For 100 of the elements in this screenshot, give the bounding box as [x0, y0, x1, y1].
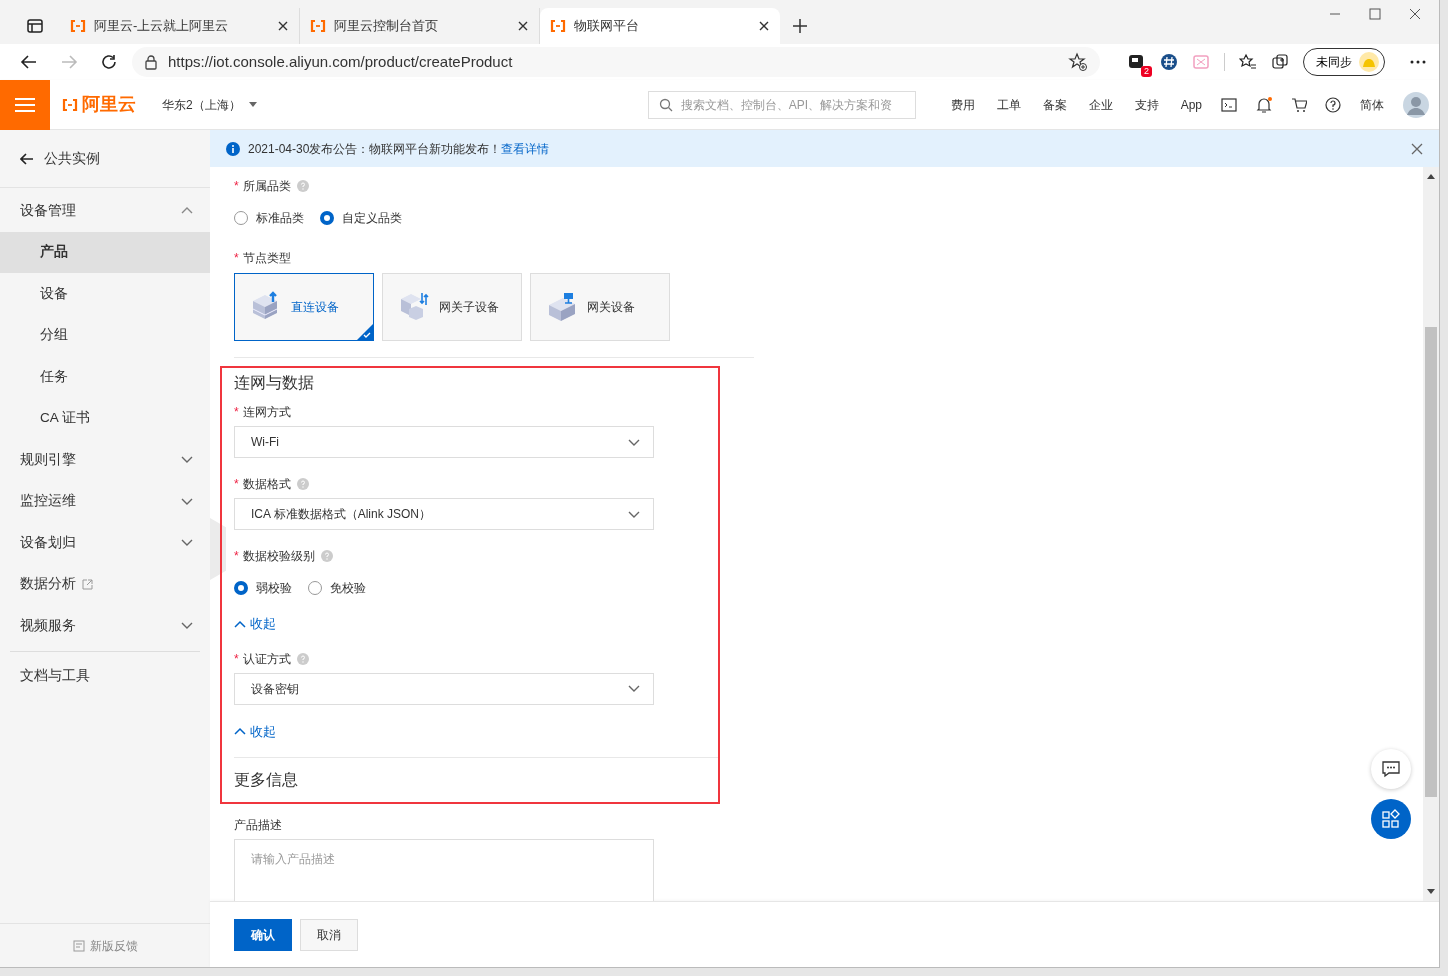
browser-tab[interactable]: 物联网平台	[540, 8, 780, 44]
check-corner-icon	[357, 324, 373, 340]
select-field[interactable]: ICA 标准数据格式（Alink JSON）	[234, 498, 654, 531]
chevron-up-icon	[234, 726, 246, 737]
node-type-option[interactable]: 网关子设备	[382, 273, 522, 341]
radio-option[interactable]: 标准品类	[234, 209, 304, 227]
header-link[interactable]: App	[1169, 95, 1213, 114]
radio-button[interactable]	[234, 211, 248, 225]
info-icon	[226, 141, 240, 156]
tab-title: 阿里云控制台首页	[334, 17, 439, 36]
radio-button[interactable]	[234, 581, 248, 596]
hash-icon[interactable]	[1160, 53, 1178, 71]
extension-icon[interactable]	[1128, 53, 1146, 71]
radio-button[interactable]	[320, 211, 334, 225]
cart-icon[interactable]	[1291, 96, 1307, 113]
sidebar-item[interactable]: 任务	[0, 356, 210, 398]
notice-text: 2021-04-30发布公告：物联网平台新功能发布！查看详情	[248, 140, 550, 158]
sidebar-item[interactable]: 文档与工具	[0, 655, 210, 697]
collections-icon[interactable]	[1271, 53, 1289, 71]
confirm-button[interactable]: 确认	[234, 918, 292, 951]
sidebar-group[interactable]: 监控运维	[0, 480, 210, 522]
required-mark: *	[234, 650, 239, 668]
field-label: 连网方式	[242, 404, 291, 422]
field-label: 认证方式	[242, 650, 291, 668]
node-type-option[interactable]: 直连设备	[234, 273, 374, 341]
required-mark: *	[234, 178, 239, 195]
notice-link[interactable]: 查看详情	[501, 141, 550, 156]
header-link[interactable]: 工单	[985, 95, 1032, 114]
tab-title: 物联网平台	[574, 17, 640, 36]
language-link[interactable]: 简体	[1349, 95, 1395, 114]
profile-avatar-icon	[1358, 51, 1380, 73]
back-icon[interactable]	[20, 53, 38, 71]
select-field[interactable]: 设备密钥	[234, 672, 654, 705]
menu-icon	[15, 96, 35, 113]
close-icon[interactable]	[517, 20, 529, 32]
device-icon	[399, 291, 429, 323]
new-tab-icon[interactable]	[792, 18, 808, 34]
sidebar-item[interactable]: 设备	[0, 273, 210, 315]
header-link[interactable]: 备案	[1031, 95, 1078, 114]
close-icon[interactable]	[277, 20, 289, 32]
sidebar-group[interactable]: 规则引擎	[0, 439, 210, 481]
device-icon	[547, 291, 577, 323]
chat-icon	[1381, 760, 1401, 778]
sidebar-group[interactable]: 设备划归	[0, 522, 210, 564]
close-icon[interactable]	[758, 20, 770, 32]
scroll-up-icon[interactable]	[1427, 173, 1435, 179]
feedback-chat-button[interactable]	[1371, 749, 1411, 789]
notification-bell-icon[interactable]	[1255, 95, 1273, 114]
refresh-icon[interactable]	[100, 53, 118, 71]
scroll-down-icon[interactable]	[1427, 889, 1435, 895]
logo-icon	[62, 96, 78, 113]
section-heading: 连网与数据	[234, 373, 315, 393]
required-mark: *	[234, 250, 239, 267]
field-label: 所属品类	[242, 178, 291, 195]
favorites-icon[interactable]	[1239, 53, 1257, 71]
radio-button[interactable]	[308, 581, 322, 596]
sidebar-item[interactable]: 产品	[0, 231, 210, 273]
radio-option[interactable]: 弱校验	[234, 579, 292, 598]
header-link[interactable]: 企业	[1077, 95, 1124, 114]
sidebar-group[interactable]: 视频服务	[0, 605, 210, 647]
header-link[interactable]: 费用	[939, 95, 986, 114]
required-mark: *	[234, 404, 239, 422]
field-label: 数据校验级别	[242, 548, 315, 566]
tab-actions-icon[interactable]	[26, 17, 44, 35]
lock-icon	[144, 54, 158, 70]
avatar-icon[interactable]	[1403, 91, 1429, 118]
menu-button[interactable]	[0, 79, 50, 130]
sidebar-item[interactable]: 分组	[0, 314, 210, 356]
required-mark: *	[234, 476, 239, 494]
node-type-option[interactable]: 网关设备	[530, 273, 670, 341]
sidebar-item[interactable]: 数据分析	[0, 563, 210, 605]
sync-button[interactable]: 未同步	[1303, 48, 1385, 76]
external-link-icon	[82, 578, 93, 590]
field-label: 数据格式	[242, 476, 291, 494]
required-mark: *	[234, 548, 239, 566]
browser-tab[interactable]: 阿里云-上云就上阿里云	[60, 8, 300, 44]
notification-badge: 2	[1141, 66, 1152, 77]
collapse-link[interactable]: 收起	[234, 614, 276, 634]
help-icon[interactable]	[1325, 96, 1341, 113]
scrollbar[interactable]	[1423, 167, 1439, 901]
radio-option[interactable]: 自定义品类	[320, 209, 402, 227]
favicon-icon	[550, 18, 566, 34]
sidebar-item[interactable]: CA 证书	[0, 397, 210, 439]
apps-icon	[1381, 809, 1401, 829]
collapse-link[interactable]: 收起	[234, 721, 276, 742]
description-field[interactable]: 请输入产品描述	[234, 839, 654, 901]
apps-button[interactable]	[1371, 799, 1411, 839]
radio-option[interactable]: 免校验	[308, 579, 366, 598]
field-label: 产品描述	[234, 817, 282, 835]
close-icon[interactable]	[1409, 8, 1421, 20]
sidebar-group[interactable]: 设备管理	[0, 190, 210, 232]
search-icon	[658, 97, 673, 112]
select-field[interactable]: Wi-Fi	[234, 426, 654, 459]
maximize-icon[interactable]	[1369, 8, 1381, 20]
region-selector[interactable]: 华东2（上海）	[162, 95, 257, 114]
add-favorite-icon[interactable]	[1068, 52, 1088, 72]
header-link[interactable]: 支持	[1123, 95, 1170, 114]
chevron-up-icon	[234, 618, 246, 629]
terminal-icon[interactable]	[1221, 97, 1237, 112]
cancel-button[interactable]: 取消	[300, 918, 358, 951]
